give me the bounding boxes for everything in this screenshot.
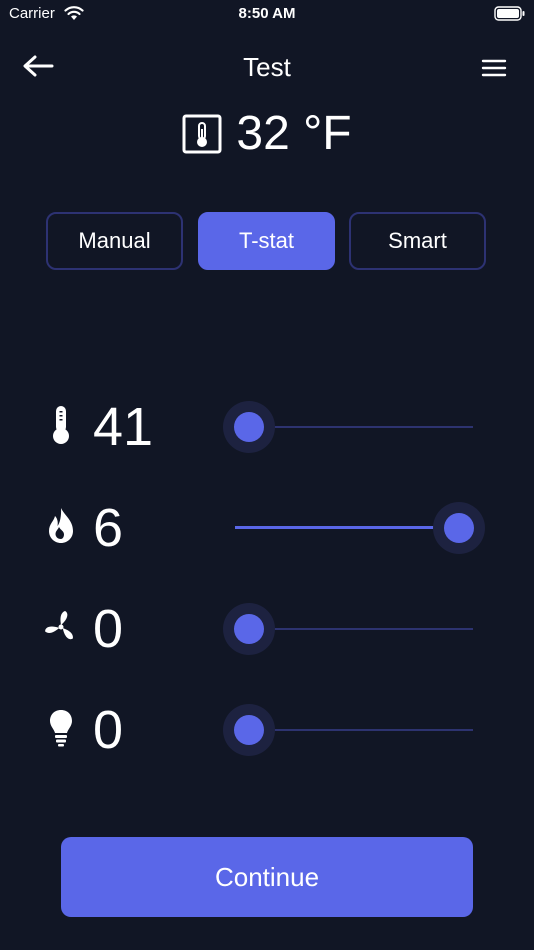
- flame-level-value: 6: [93, 498, 124, 558]
- fan-speed-row: 0: [0, 589, 534, 669]
- continue-button[interactable]: Continue: [61, 837, 473, 917]
- bulb-icon: [50, 710, 72, 747]
- menu-button[interactable]: [480, 54, 512, 82]
- thermometer-icon: [53, 406, 69, 444]
- continue-label: Continue: [214, 861, 320, 892]
- temperature-setpoint-slider[interactable]: [223, 401, 473, 453]
- tab-smart[interactable]: Smart: [349, 212, 486, 270]
- slider-thumb[interactable]: [234, 412, 264, 442]
- slider-thumb[interactable]: [444, 513, 474, 543]
- slider-fill: [235, 526, 459, 529]
- tab-manual[interactable]: Manual: [46, 212, 183, 270]
- page-title: Test: [243, 52, 291, 82]
- tab-t-stat[interactable]: T-stat: [198, 212, 335, 270]
- fan-speed-value: 0: [93, 599, 124, 659]
- light-level-value: 0: [93, 700, 124, 760]
- tab-label: T-stat: [238, 228, 294, 253]
- temperature-setpoint-row: 41: [0, 387, 534, 467]
- fan-speed-slider[interactable]: [223, 603, 473, 655]
- fan-icon: [45, 611, 73, 640]
- tab-label: Manual: [78, 228, 151, 253]
- light-level-slider[interactable]: [223, 704, 473, 756]
- light-level-row: 0: [0, 690, 534, 770]
- status-time: 8:50 AM: [238, 5, 296, 22]
- flame-icon: [49, 508, 73, 543]
- app-screen: Carrier 8:50 AM Test 32 °F Manual T-stat…: [0, 0, 534, 950]
- hamburger-icon: [481, 59, 507, 77]
- flame-level-row: 6: [0, 488, 534, 568]
- battery-icon: [494, 6, 526, 27]
- flame-level-slider[interactable]: [235, 502, 485, 554]
- temperature-readout: 32 °F: [0, 106, 534, 162]
- slider-thumb[interactable]: [234, 715, 264, 745]
- tab-label: Smart: [388, 228, 447, 253]
- temperature-setpoint-value: 41: [93, 397, 154, 457]
- slider-thumb[interactable]: [234, 614, 264, 644]
- thermostat-icon: [182, 114, 222, 154]
- current-temperature: 32 °F: [236, 107, 352, 160]
